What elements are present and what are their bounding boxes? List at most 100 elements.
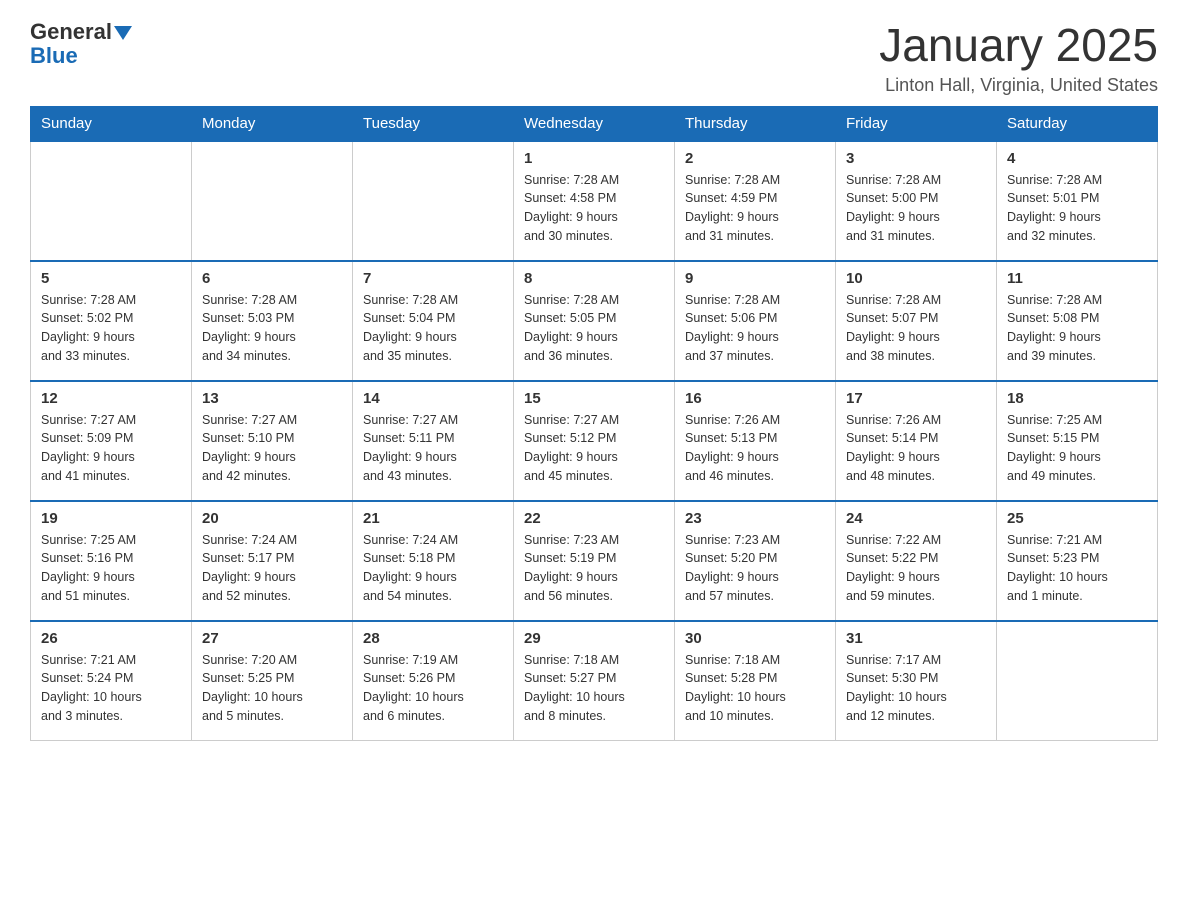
day-info: Sunrise: 7:19 AMSunset: 5:26 PMDaylight:…	[363, 651, 503, 726]
calendar-cell	[192, 141, 353, 261]
day-info: Sunrise: 7:22 AMSunset: 5:22 PMDaylight:…	[846, 531, 986, 606]
day-info: Sunrise: 7:27 AMSunset: 5:09 PMDaylight:…	[41, 411, 181, 486]
calendar-cell: 28Sunrise: 7:19 AMSunset: 5:26 PMDayligh…	[353, 621, 514, 741]
calendar-cell: 16 Sunrise: 7:26 AMSunset: 5:13 PMDayligh…	[675, 381, 836, 501]
day-number: 29	[524, 630, 664, 647]
calendar-cell: 13Sunrise: 7:27 AMSunset: 5:10 PMDayligh…	[192, 381, 353, 501]
day-number: 11	[1007, 270, 1147, 287]
day-number: 30	[685, 630, 825, 647]
calendar-cell: 2Sunrise: 7:28 AMSunset: 4:59 PMDaylight…	[675, 141, 836, 261]
day-info: Sunrise: 7:28 AMSunset: 5:03 PMDaylight:…	[202, 291, 342, 366]
day-info: Sunrise: 7:28 AMSunset: 5:01 PMDaylight:…	[1007, 171, 1147, 246]
logo: GeneralBlue	[30, 20, 132, 68]
day-number: 7	[363, 270, 503, 287]
day-number: 27	[202, 630, 342, 647]
calendar-cell: 6 Sunrise: 7:28 AMSunset: 5:03 PMDaylight…	[192, 261, 353, 381]
calendar-cell: 18Sunrise: 7:25 AMSunset: 5:15 PMDayligh…	[997, 381, 1158, 501]
day-info: Sunrise: 7:26 AMSunset: 5:14 PMDaylight:…	[846, 411, 986, 486]
calendar-cell: 22 Sunrise: 7:23 AMSunset: 5:19 PMDayligh…	[514, 501, 675, 621]
logo-triangle-icon	[114, 26, 132, 40]
calendar-week-row: 19Sunrise: 7:25 AMSunset: 5:16 PMDayligh…	[31, 501, 1158, 621]
day-number: 31	[846, 630, 986, 647]
logo-blue-text: Blue	[30, 43, 78, 68]
day-number: 10	[846, 270, 986, 287]
day-number: 2	[685, 150, 825, 167]
day-info: Sunrise: 7:21 AMSunset: 5:24 PMDaylight:…	[41, 651, 181, 726]
day-number: 17	[846, 390, 986, 407]
day-info: Sunrise: 7:27 AMSunset: 5:10 PMDaylight:…	[202, 411, 342, 486]
calendar-cell: 1Sunrise: 7:28 AMSunset: 4:58 PMDaylight…	[514, 141, 675, 261]
day-of-week-header: Sunday	[31, 106, 192, 141]
day-info: Sunrise: 7:27 AMSunset: 5:12 PMDaylight:…	[524, 411, 664, 486]
page-header: GeneralBlue January 2025 Linton Hall, Vi…	[30, 20, 1158, 96]
day-info: Sunrise: 7:25 AMSunset: 5:15 PMDaylight:…	[1007, 411, 1147, 486]
day-number: 12	[41, 390, 181, 407]
day-number: 26	[41, 630, 181, 647]
calendar-week-row: 1Sunrise: 7:28 AMSunset: 4:58 PMDaylight…	[31, 141, 1158, 261]
day-info: Sunrise: 7:28 AMSunset: 5:06 PMDaylight:…	[685, 291, 825, 366]
calendar-cell: 5 Sunrise: 7:28 AMSunset: 5:02 PMDaylight…	[31, 261, 192, 381]
day-info: Sunrise: 7:20 AMSunset: 5:25 PMDaylight:…	[202, 651, 342, 726]
header-right: January 2025 Linton Hall, Virginia, Unit…	[879, 20, 1158, 96]
calendar-cell: 4 Sunrise: 7:28 AMSunset: 5:01 PMDaylight…	[997, 141, 1158, 261]
calendar-cell: 14 Sunrise: 7:27 AMSunset: 5:11 PMDayligh…	[353, 381, 514, 501]
day-number: 1	[524, 150, 664, 167]
day-info: Sunrise: 7:17 AMSunset: 5:30 PMDaylight:…	[846, 651, 986, 726]
calendar-week-row: 26 Sunrise: 7:21 AMSunset: 5:24 PMDayligh…	[31, 621, 1158, 741]
day-number: 24	[846, 510, 986, 527]
day-number: 23	[685, 510, 825, 527]
calendar-cell: 8 Sunrise: 7:28 AMSunset: 5:05 PMDaylight…	[514, 261, 675, 381]
day-info: Sunrise: 7:28 AMSunset: 5:02 PMDaylight:…	[41, 291, 181, 366]
day-number: 15	[524, 390, 664, 407]
day-number: 6	[202, 270, 342, 287]
day-number: 16	[685, 390, 825, 407]
calendar-cell: 21 Sunrise: 7:24 AMSunset: 5:18 PMDayligh…	[353, 501, 514, 621]
day-info: Sunrise: 7:28 AMSunset: 5:04 PMDaylight:…	[363, 291, 503, 366]
calendar-cell: 27 Sunrise: 7:20 AMSunset: 5:25 PMDayligh…	[192, 621, 353, 741]
calendar-header-row: SundayMondayTuesdayWednesdayThursdayFrid…	[31, 106, 1158, 141]
day-info: Sunrise: 7:28 AMSunset: 5:07 PMDaylight:…	[846, 291, 986, 366]
calendar-cell: 31 Sunrise: 7:17 AMSunset: 5:30 PMDayligh…	[836, 621, 997, 741]
day-number: 21	[363, 510, 503, 527]
calendar-cell: 15 Sunrise: 7:27 AMSunset: 5:12 PMDayligh…	[514, 381, 675, 501]
day-info: Sunrise: 7:24 AMSunset: 5:18 PMDaylight:…	[363, 531, 503, 606]
calendar-cell: 29 Sunrise: 7:18 AMSunset: 5:27 PMDayligh…	[514, 621, 675, 741]
calendar-week-row: 12 Sunrise: 7:27 AMSunset: 5:09 PMDayligh…	[31, 381, 1158, 501]
calendar-cell	[353, 141, 514, 261]
day-number: 3	[846, 150, 986, 167]
day-number: 14	[363, 390, 503, 407]
month-title: January 2025	[879, 20, 1158, 71]
calendar-cell	[997, 621, 1158, 741]
calendar-cell: 9 Sunrise: 7:28 AMSunset: 5:06 PMDaylight…	[675, 261, 836, 381]
calendar-week-row: 5 Sunrise: 7:28 AMSunset: 5:02 PMDaylight…	[31, 261, 1158, 381]
calendar-cell: 17 Sunrise: 7:26 AMSunset: 5:14 PMDayligh…	[836, 381, 997, 501]
calendar-cell: 24 Sunrise: 7:22 AMSunset: 5:22 PMDayligh…	[836, 501, 997, 621]
day-info: Sunrise: 7:18 AMSunset: 5:28 PMDaylight:…	[685, 651, 825, 726]
day-number: 19	[41, 510, 181, 527]
day-number: 4	[1007, 150, 1147, 167]
day-of-week-header: Thursday	[675, 106, 836, 141]
calendar-cell: 26 Sunrise: 7:21 AMSunset: 5:24 PMDayligh…	[31, 621, 192, 741]
day-info: Sunrise: 7:26 AMSunset: 5:13 PMDaylight:…	[685, 411, 825, 486]
day-info: Sunrise: 7:23 AMSunset: 5:19 PMDaylight:…	[524, 531, 664, 606]
day-number: 25	[1007, 510, 1147, 527]
day-info: Sunrise: 7:28 AMSunset: 5:08 PMDaylight:…	[1007, 291, 1147, 366]
calendar-cell: 30 Sunrise: 7:18 AMSunset: 5:28 PMDayligh…	[675, 621, 836, 741]
day-number: 9	[685, 270, 825, 287]
calendar-cell: 7 Sunrise: 7:28 AMSunset: 5:04 PMDaylight…	[353, 261, 514, 381]
day-info: Sunrise: 7:28 AMSunset: 5:05 PMDaylight:…	[524, 291, 664, 366]
calendar-cell: 20Sunrise: 7:24 AMSunset: 5:17 PMDayligh…	[192, 501, 353, 621]
calendar-cell: 3Sunrise: 7:28 AMSunset: 5:00 PMDaylight…	[836, 141, 997, 261]
day-of-week-header: Friday	[836, 106, 997, 141]
day-of-week-header: Tuesday	[353, 106, 514, 141]
calendar-cell	[31, 141, 192, 261]
calendar-cell: 11 Sunrise: 7:28 AMSunset: 5:08 PMDayligh…	[997, 261, 1158, 381]
day-info: Sunrise: 7:18 AMSunset: 5:27 PMDaylight:…	[524, 651, 664, 726]
calendar-cell: 25Sunrise: 7:21 AMSunset: 5:23 PMDayligh…	[997, 501, 1158, 621]
day-number: 22	[524, 510, 664, 527]
calendar-table: SundayMondayTuesdayWednesdayThursdayFrid…	[30, 106, 1158, 742]
day-number: 8	[524, 270, 664, 287]
day-number: 5	[41, 270, 181, 287]
location: Linton Hall, Virginia, United States	[879, 75, 1158, 96]
day-info: Sunrise: 7:27 AMSunset: 5:11 PMDaylight:…	[363, 411, 503, 486]
